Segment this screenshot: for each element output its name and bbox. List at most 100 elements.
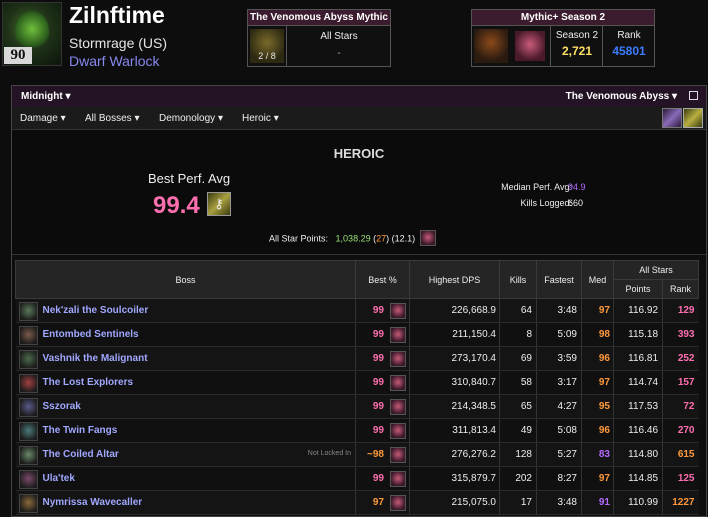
fastest-kill[interactable]: 5:27 [558,449,581,460]
median-percent: 97 [598,305,610,316]
table-row[interactable]: The Coiled Altar Not Locked In ~98 276,276.… [15,442,699,467]
maximize-icon[interactable] [689,91,698,100]
spec-icon [390,326,406,343]
zone-dropdown[interactable]: The Venomous Abyss ▾ [566,91,677,102]
header-kills[interactable]: Kills [499,260,537,299]
highest-dps[interactable]: 211,150.4 [452,329,499,340]
highest-dps[interactable]: 311,813.4 [452,425,499,436]
fastest-kill[interactable]: 3:17 [558,377,581,388]
header-fastest[interactable]: Fastest [536,260,582,299]
header-allstars: All Stars [613,260,699,280]
boss-name[interactable]: Sszorak [43,401,81,412]
table-row[interactable]: The Lost Explorers 99 310,840.7 58 3:17 97 114… [15,370,699,395]
character-realm[interactable]: Stormrage (US) [69,35,167,51]
boss-cell: Entombed Sentinels [15,322,356,347]
median-percent: 83 [598,449,610,460]
table-row[interactable]: The Twin Fangs 99 311,813.4 49 5:08 96 116.46 2… [15,418,699,443]
spec-icon [390,494,406,511]
allstar-rank: 1227 [672,497,695,508]
boss-icon [18,302,38,321]
best-cell: 99 [355,370,410,395]
median-percent: 91 [598,497,610,508]
key-icon: ⚷ [207,192,231,216]
fastest-kill[interactable]: 3:48 [558,305,581,316]
boss-cell: The Coiled Altar Not Locked In [15,442,356,467]
highest-dps[interactable]: 315,879.7 [452,473,500,484]
kills-count: 17 [520,497,532,508]
header-rank[interactable]: Rank [662,279,699,299]
best-cell: 99 [355,394,410,419]
fastest-kill[interactable]: 4:27 [558,401,581,412]
boss-icon [18,350,38,369]
highest-dps[interactable]: 215,075.0 [452,497,500,508]
median-percent: 95 [598,401,610,412]
boss-name[interactable]: The Twin Fangs [43,425,118,436]
boss-name[interactable]: Nymrissa Wavecaller [43,497,143,508]
fastest-kill[interactable]: 8:27 [558,473,581,484]
table-row[interactable]: Sszorak 99 214,348.5 65 4:27 95 117.53 72 [15,394,699,419]
best-perf-label: Best Perf. Avg [148,171,231,186]
all-star-label: All Star Points: [269,233,329,244]
raid-summary-title: The Venomous Abyss Mythic [248,10,390,26]
allstar-points: 110.99 [628,497,658,508]
best-percent: 99 [372,305,384,317]
boss-name[interactable]: Ula'tek [43,473,75,484]
best-cell: 99 [355,298,410,323]
key-filter-icon[interactable] [683,108,703,128]
median-percent: 97 [598,377,610,388]
fastest-kill[interactable]: 3:59 [558,353,581,364]
boss-cell: Nymrissa Wavecaller [15,490,356,515]
table-row[interactable]: Nek'zali the Soulcoiler 99 226,668.9 64 3:48… [15,298,699,323]
best-cell: 99 [355,346,410,371]
difficulty-label: Heroic [242,113,271,124]
bosses-dropdown[interactable]: All Bosses ▾ [85,113,140,124]
metric-dropdown[interactable]: Damage ▾ [20,113,66,124]
best-percent: 99 [372,425,384,437]
kills-count: 64 [520,305,532,316]
table-row[interactable]: Nymrissa Wavecaller 97 215,075.0 17 3:48 91 11… [15,490,699,515]
class-filter-icon[interactable] [662,108,682,128]
kills-count: 58 [520,377,532,388]
header-med[interactable]: Med [581,260,614,299]
boss-icon [18,494,38,513]
mplus-score-label: Season 2 [555,30,599,41]
boss-name[interactable]: Nek'zali the Soulcoiler [43,305,149,316]
header-points[interactable]: Points [613,279,663,299]
difficulty-dropdown[interactable]: Heroic ▾ [242,113,279,124]
fastest-kill[interactable]: 5:08 [558,425,581,436]
highest-dps[interactable]: 310,840.7 [452,377,500,388]
fastest-kill[interactable]: 3:48 [558,497,581,508]
expansion-dropdown[interactable]: Midnight ▾ [21,91,70,102]
rankings-panel: Midnight ▾ The Venomous Abyss ▾ Damage ▾… [11,85,707,517]
highest-dps[interactable]: 273,170.4 [452,353,500,364]
boss-name[interactable]: Vashnik the Malignant [43,353,148,364]
character-name: Zilnftime [69,2,165,28]
header-best[interactable]: Best % [355,260,410,299]
kills-count: 128 [515,449,532,460]
spec-dropdown[interactable]: Demonology ▾ [159,113,223,124]
highest-dps[interactable]: 214,348.5 [452,401,500,412]
best-cell: 97 [355,490,410,515]
table-row[interactable]: Entombed Sentinels 99 211,150.4 8 5:09 98 115.… [15,322,699,347]
chevron-down-icon: ▾ [134,113,140,124]
boss-name[interactable]: The Coiled Altar [43,449,119,460]
fastest-kill[interactable]: 5:09 [558,329,581,340]
raid-summary-box[interactable]: The Venomous Abyss Mythic 2 / 8 All Star… [247,9,391,67]
median-percent: 96 [598,425,610,436]
character-class: Dwarf Warlock [69,53,160,69]
spec-icon [390,422,406,439]
spec-icon [390,470,406,487]
header-dps[interactable]: Highest DPS [409,260,500,299]
level-badge: 90 [4,47,32,64]
chevron-down-icon: ▾ [60,113,66,124]
boss-name[interactable]: Entombed Sentinels [43,329,139,340]
highest-dps[interactable]: 276,276.2 [452,449,500,460]
boss-name[interactable]: The Lost Explorers [43,377,134,388]
table-row[interactable]: Ula'tek 99 315,879.7 202 8:27 97 114.85 125 [15,466,699,491]
kills-logged-value: 660 [568,198,584,208]
highest-dps[interactable]: 226,668.9 [452,305,500,316]
table-row[interactable]: Vashnik the Malignant 99 273,170.4 69 3:59 96… [15,346,699,371]
mplus-summary-box[interactable]: Mythic+ Season 2 Season 2 2,721 Rank 458… [471,9,655,67]
median-perf-label: Median Perf. Avg: [501,182,572,192]
header-boss[interactable]: Boss [15,260,356,299]
